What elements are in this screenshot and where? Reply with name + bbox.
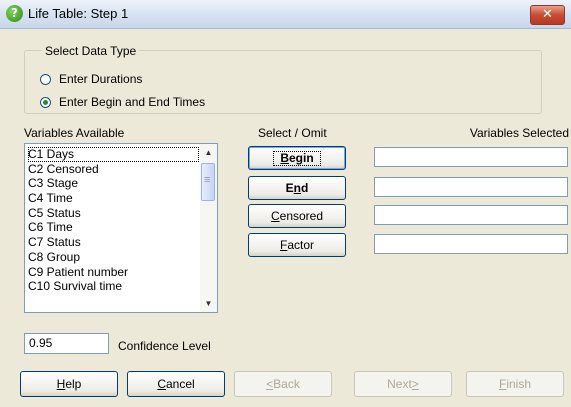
list-items: C1 Days C2 Censored C3 Stage C4 Time C5 … [28, 147, 199, 294]
radio-label: Enter Begin and End Times [59, 95, 206, 109]
radio-button[interactable] [40, 73, 51, 85]
radio-enter-durations[interactable]: Enter Durations [40, 72, 142, 86]
list-item[interactable]: C6 Time [28, 220, 199, 235]
begin-variable-field[interactable] [374, 147, 568, 167]
list-item[interactable]: C10 Survival time [28, 279, 199, 294]
data-type-legend: Select Data Type [42, 44, 140, 58]
list-item[interactable]: C3 Stage [28, 176, 199, 191]
censored-variable-field[interactable] [374, 205, 568, 225]
end-button[interactable]: End [248, 176, 346, 200]
close-icon: ✕ [542, 7, 553, 22]
radio-button-checked[interactable] [40, 96, 51, 108]
begin-button[interactable]: Begin [248, 146, 346, 170]
title-bar[interactable]: ? Life Table: Step 1 ✕ [0, 0, 571, 29]
list-item[interactable]: C1 Days [28, 147, 199, 162]
end-variable-field[interactable] [374, 177, 568, 197]
variables-selected-label: Variables Selected [469, 126, 569, 140]
help-button[interactable]: Help [20, 371, 118, 397]
close-button[interactable]: ✕ [530, 5, 565, 25]
list-item[interactable]: C4 Time [28, 191, 199, 206]
life-table-dialog: ? Life Table: Step 1 ✕ Select Data Type … [0, 0, 571, 407]
scroll-up-icon[interactable]: ▲ [200, 144, 217, 161]
confidence-level-label: Confidence Level [118, 339, 211, 353]
list-item[interactable]: C8 Group [28, 250, 199, 265]
variables-available-list[interactable]: C1 Days C2 Censored C3 Stage C4 Time C5 … [24, 143, 218, 313]
finish-button[interactable]: Finish [466, 371, 564, 397]
help-icon: ? [6, 5, 23, 22]
back-button[interactable]: < Back [234, 371, 332, 397]
list-scrollbar[interactable]: ▲ ▼ [200, 144, 217, 312]
confidence-level-input[interactable]: 0.95 [24, 333, 109, 354]
focus-ring: Begin [273, 150, 321, 166]
variables-available-label: Variables Available [24, 126, 125, 140]
radio-label: Enter Durations [59, 72, 143, 86]
censored-button[interactable]: Censored [248, 204, 346, 228]
list-item[interactable]: C7 Status [28, 235, 199, 250]
list-item[interactable]: C5 Status [28, 206, 199, 221]
scroll-down-icon[interactable]: ▼ [200, 295, 217, 312]
list-item[interactable]: C2 Censored [28, 162, 199, 177]
select-omit-label: Select / Omit [258, 126, 327, 140]
next-button[interactable]: Next > [354, 371, 452, 397]
window-title: Life Table: Step 1 [28, 6, 129, 21]
list-item[interactable]: C9 Patient number [28, 265, 199, 280]
radio-enter-begin-end-times[interactable]: Enter Begin and End Times [40, 95, 205, 109]
scroll-thumb[interactable] [201, 163, 215, 201]
factor-button[interactable]: Factor [248, 233, 346, 257]
cancel-button[interactable]: Cancel [127, 371, 225, 397]
factor-variable-field[interactable] [374, 234, 568, 254]
